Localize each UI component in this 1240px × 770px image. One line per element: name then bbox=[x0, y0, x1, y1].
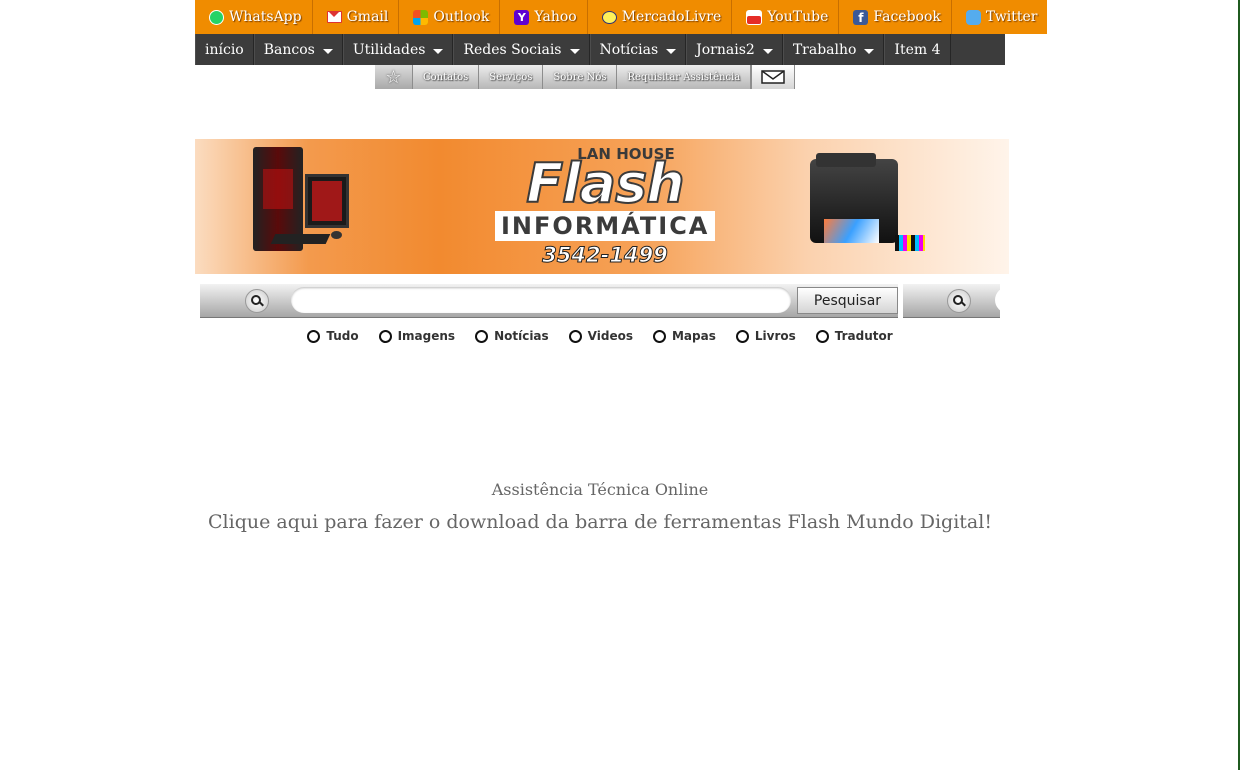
nav-item-utilidades[interactable]: Utilidades bbox=[342, 34, 454, 65]
youtube-icon bbox=[746, 9, 763, 25]
search-icon[interactable] bbox=[947, 289, 971, 313]
yahoo-icon: Y bbox=[514, 9, 530, 25]
link-label: Facebook bbox=[873, 9, 941, 25]
search-icon[interactable] bbox=[245, 289, 269, 313]
search-button[interactable]: Pesquisar bbox=[797, 287, 898, 314]
link-gmail[interactable]: Gmail bbox=[313, 0, 400, 34]
option-tudo[interactable]: Tudo bbox=[307, 329, 359, 343]
radio-icon[interactable] bbox=[378, 329, 392, 343]
mercadolivre-icon bbox=[601, 10, 617, 24]
star-icon: ☆ bbox=[385, 66, 402, 88]
subnav-item-contatos[interactable]: Contatos bbox=[413, 65, 480, 89]
secondary-search-bar bbox=[903, 284, 1000, 318]
gmail-icon bbox=[326, 11, 342, 23]
nav-label: Redes Sociais bbox=[463, 41, 562, 58]
nav-item-item-4[interactable]: Item 4 bbox=[884, 34, 951, 65]
link-label: YouTube bbox=[767, 9, 829, 25]
logo-brand: Flash bbox=[525, 152, 685, 215]
quick-links-bar: WhatsApp Gmail Outlook Y Yahoo MercadoLi… bbox=[195, 0, 1048, 34]
link-outlook[interactable]: Outlook bbox=[399, 0, 501, 34]
radio-icon[interactable] bbox=[815, 329, 829, 343]
option-label: Tudo bbox=[326, 329, 359, 343]
chevron-down-icon bbox=[762, 48, 773, 54]
nav-item-trabalho[interactable]: Trabalho bbox=[782, 34, 885, 65]
nav-label: Bancos bbox=[263, 41, 315, 58]
search-type-options: Tudo Imagens Notícias Videos Mapas Livro… bbox=[0, 329, 1200, 343]
link-whatsapp[interactable]: WhatsApp bbox=[195, 0, 313, 34]
secondary-search-input[interactable] bbox=[995, 287, 1000, 313]
assistance-text: Assistência Técnica Online bbox=[491, 480, 709, 499]
chevron-down-icon bbox=[666, 48, 677, 54]
link-label: MercadoLivre bbox=[621, 9, 722, 25]
link-label: Gmail bbox=[346, 9, 389, 25]
link-label: Outlook bbox=[433, 9, 490, 25]
option-mapas[interactable]: Mapas bbox=[652, 329, 716, 343]
printer-image bbox=[810, 153, 898, 243]
nav-item-inicio[interactable]: início bbox=[195, 34, 254, 65]
nav-label: Utilidades bbox=[352, 41, 426, 58]
chevron-down-icon bbox=[569, 48, 580, 54]
outlook-icon bbox=[413, 9, 429, 25]
nav-item-redes-sociais[interactable]: Redes Sociais bbox=[453, 34, 590, 65]
link-mercadolivre[interactable]: MercadoLivre bbox=[588, 0, 733, 34]
option-imagens[interactable]: Imagens bbox=[378, 329, 456, 343]
option-tradutor[interactable]: Tradutor bbox=[815, 329, 893, 343]
keyboard-image bbox=[270, 234, 331, 244]
search-bar: Pesquisar bbox=[200, 284, 1000, 318]
option-label: Livros bbox=[754, 329, 796, 343]
nav-item-noticias[interactable]: Notícias bbox=[589, 34, 687, 65]
link-facebook[interactable]: f Facebook bbox=[839, 0, 952, 34]
subnav-item-sobre-nos[interactable]: Sobre Nós bbox=[543, 65, 618, 89]
option-label: Videos bbox=[587, 329, 633, 343]
link-yahoo[interactable]: Y Yahoo bbox=[500, 0, 588, 34]
link-twitter[interactable]: Twitter bbox=[952, 0, 1048, 34]
mouse-image bbox=[331, 231, 342, 239]
link-youtube[interactable]: YouTube bbox=[732, 0, 840, 34]
nav-label: Trabalho bbox=[792, 41, 857, 58]
link-label: Twitter bbox=[985, 9, 1038, 25]
search-input[interactable] bbox=[291, 287, 791, 313]
subnav-item-servicos[interactable]: Serviços bbox=[479, 65, 544, 89]
nav-item-bancos[interactable]: Bancos bbox=[253, 34, 343, 65]
radio-icon[interactable] bbox=[735, 329, 749, 343]
brand-logo: LAN HOUSE Flash INFORMÁTICA 3542-1499 bbox=[495, 145, 716, 270]
radio-icon[interactable] bbox=[475, 329, 489, 343]
envelope-icon bbox=[761, 70, 785, 84]
option-noticias[interactable]: Notícias bbox=[475, 329, 549, 343]
radio-icon[interactable] bbox=[568, 329, 582, 343]
radio-icon[interactable] bbox=[652, 329, 666, 343]
link-label: Yahoo bbox=[534, 9, 577, 25]
monitor-image bbox=[305, 174, 349, 228]
subnav-item-requisitar-assistencia[interactable]: Requisitar Assistência bbox=[617, 65, 752, 89]
favorite-button[interactable]: ☆ bbox=[375, 65, 413, 89]
secondary-nav: ☆ Contatos Serviços Sobre Nós Requisitar… bbox=[375, 65, 796, 89]
link-label: WhatsApp bbox=[229, 9, 302, 25]
main-nav: início Bancos Utilidades Redes Sociais N… bbox=[195, 34, 1005, 65]
nav-label: Notícias bbox=[599, 41, 659, 58]
whatsapp-icon bbox=[209, 9, 224, 25]
facebook-icon: f bbox=[853, 9, 869, 25]
option-label: Notícias bbox=[494, 329, 549, 343]
nav-label: Jornais2 bbox=[696, 41, 755, 58]
option-label: Tradutor bbox=[834, 329, 893, 343]
logo-phone: 3542-1499 bbox=[542, 243, 669, 268]
chevron-down-icon bbox=[864, 48, 875, 54]
chevron-down-icon bbox=[322, 48, 333, 54]
nav-label: início bbox=[205, 41, 244, 58]
option-livros[interactable]: Livros bbox=[735, 329, 796, 343]
twitter-icon bbox=[965, 9, 981, 25]
option-videos[interactable]: Videos bbox=[568, 329, 633, 343]
logo-subtitle: INFORMÁTICA bbox=[495, 211, 716, 241]
chevron-down-icon bbox=[433, 48, 444, 54]
download-toolbar-link[interactable]: Clique aqui para fazer o download da bar… bbox=[0, 511, 1200, 533]
nav-label: Item 4 bbox=[894, 41, 941, 58]
option-label: Imagens bbox=[397, 329, 456, 343]
mail-button[interactable] bbox=[751, 65, 796, 89]
option-label: Mapas bbox=[671, 329, 716, 343]
radio-icon[interactable] bbox=[307, 329, 321, 343]
ink-cartridges-image bbox=[895, 235, 925, 251]
hero-banner: LAN HOUSE Flash INFORMÁTICA 3542-1499 bbox=[195, 139, 1009, 274]
nav-item-jornais2[interactable]: Jornais2 bbox=[686, 34, 783, 65]
